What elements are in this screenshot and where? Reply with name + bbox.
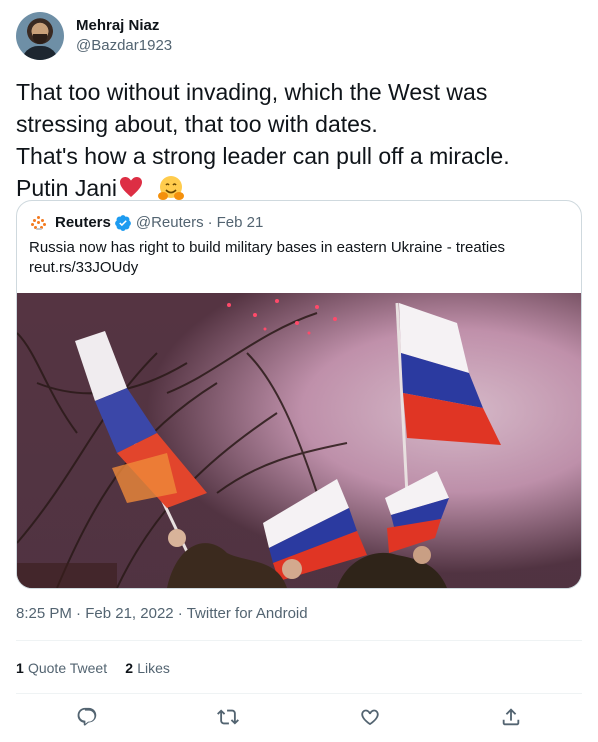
separator-dot: · [207, 214, 213, 231]
quoted-body: Russia now has right to build military b… [29, 239, 506, 256]
likes-stat[interactable]: 2 Likes [125, 660, 170, 677]
tweet-text: That too without invading, which the Wes… [16, 76, 582, 204]
tweet-line: That's how a strong leader can pull off … [16, 143, 510, 169]
like-icon[interactable] [359, 706, 383, 730]
quote-count: 1 [16, 660, 24, 676]
tweet-source[interactable]: Twitter for Android [187, 605, 308, 622]
like-label: Likes [137, 660, 170, 676]
action-bar [16, 706, 582, 730]
quoted-handle[interactable]: @Reuters [136, 213, 204, 233]
avatar[interactable] [16, 12, 64, 60]
tweet-line: Putin Jani [16, 175, 118, 201]
like-count: 2 [125, 660, 134, 676]
hugging-face-icon [157, 174, 185, 202]
quoted-text: Russia now has right to build military b… [29, 238, 569, 278]
separator-dot: · [76, 605, 82, 622]
retweet-icon[interactable] [217, 706, 241, 730]
quoted-display-name[interactable]: Reuters [55, 213, 111, 233]
reuters-logo-icon [29, 213, 49, 233]
author-names: Mehraj Niaz @Bazdar1923 [76, 16, 172, 56]
tweet-header: Mehraj Niaz @Bazdar1923 [16, 12, 172, 60]
verified-badge-icon [114, 215, 131, 231]
tweet-date[interactable]: Feb 21, 2022 [85, 605, 173, 622]
tweet-time[interactable]: 8:25 PM [16, 605, 72, 622]
photo-image [17, 293, 581, 588]
tweet-meta: 8:25 PM · Feb 21, 2022 · Twitter for And… [16, 604, 308, 624]
tweet-line: stressing about, that too with dates. [16, 111, 378, 137]
quote-tweets-stat[interactable]: 1 Quote Tweet [16, 660, 107, 677]
separator-dot: · [177, 605, 183, 622]
display-name[interactable]: Mehraj Niaz [76, 16, 172, 36]
quoted-date[interactable]: Feb 21 [217, 213, 264, 233]
tweet-card: Mehraj Niaz @Bazdar1923 That too without… [0, 0, 598, 742]
tweet-line: That too without invading, which the Wes… [16, 79, 488, 105]
divider [16, 640, 582, 641]
tweet-stats: 1 Quote Tweet 2 Likes [16, 658, 184, 679]
divider [16, 693, 582, 694]
quoted-tweet[interactable]: Reuters @Reuters · Feb 21 Russia now has… [16, 200, 582, 589]
quoted-photo[interactable] [17, 293, 581, 588]
share-icon[interactable] [500, 706, 524, 730]
user-handle[interactable]: @Bazdar1923 [76, 36, 172, 56]
quoted-header: Reuters @Reuters · Feb 21 [29, 213, 263, 233]
reply-icon[interactable] [76, 706, 100, 730]
heart-icon [119, 176, 143, 198]
quoted-link[interactable]: reut.rs/33JOUdy [29, 258, 569, 278]
quote-label: Quote Tweet [27, 660, 108, 676]
